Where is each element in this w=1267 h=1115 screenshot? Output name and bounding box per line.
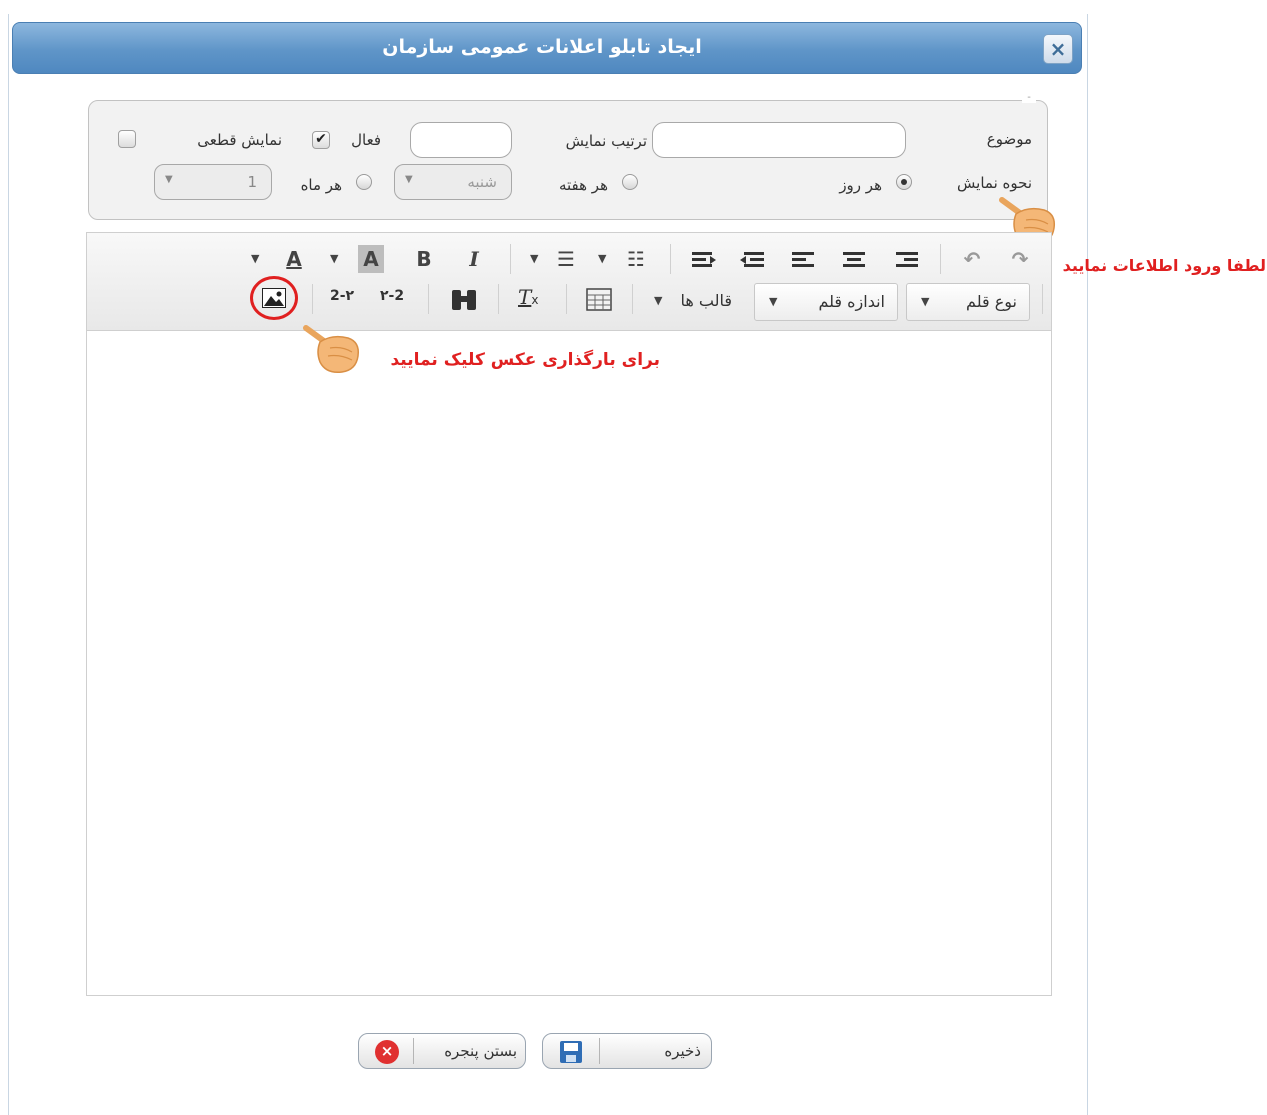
toolbar-separator: [498, 284, 499, 314]
chevron-down-icon: ▼: [769, 295, 778, 308]
every-week-label: هر هفته: [558, 176, 608, 194]
close-icon[interactable]: ×: [1043, 34, 1073, 64]
close-window-label: بستن پنجره: [444, 1042, 517, 1060]
font-name-dropdown[interactable]: نوع قلم ▼: [906, 283, 1030, 321]
rich-text-editor[interactable]: [86, 232, 1052, 996]
dialog-title: ایجاد تابلو اعلانات عمومی سازمان: [382, 36, 702, 58]
ltr-direction-icon[interactable]: [740, 250, 764, 270]
toolbar-separator: [599, 1038, 600, 1064]
toolbar-separator: [632, 284, 633, 314]
save-icon: [560, 1041, 582, 1063]
pointing-hand-icon: [300, 322, 364, 378]
align-right-icon[interactable]: [894, 250, 918, 270]
toolbar-separator: [670, 244, 671, 274]
image-icon: [262, 288, 286, 308]
form-fieldset: [88, 100, 1048, 220]
digits-to-persian-button[interactable]: 2-۲: [330, 288, 354, 304]
close-window-button[interactable]: بستن پنجره ×: [358, 1033, 526, 1069]
templates-label: قالب ها: [680, 291, 732, 310]
toolbar-separator: [940, 244, 941, 274]
chevron-down-icon: ▼: [654, 294, 663, 307]
insert-image-button[interactable]: [250, 276, 298, 320]
chevron-down-icon: ▼: [405, 174, 413, 185]
align-left-icon[interactable]: [792, 250, 816, 270]
toolbar-separator: [566, 284, 567, 314]
templates-dropdown[interactable]: قالب ها ▼: [646, 283, 744, 321]
chevron-down-icon[interactable]: ▼: [598, 252, 606, 265]
final-display-label: نمایش قطعی: [197, 131, 282, 149]
every-day-radio[interactable]: [896, 174, 912, 190]
month-day-value: 1: [247, 173, 257, 191]
active-checkbox[interactable]: ✔: [312, 131, 330, 149]
align-center-icon[interactable]: [842, 250, 866, 270]
cancel-icon: ×: [375, 1040, 399, 1064]
chevron-down-icon[interactable]: ▼: [530, 252, 538, 265]
weekday-value: شنبه: [467, 173, 497, 191]
checkmark-icon: ✔: [315, 131, 327, 147]
clear-format-sub: x: [531, 293, 539, 307]
toolbar-separator: [428, 284, 429, 314]
chevron-down-icon[interactable]: ▼: [330, 252, 338, 265]
fill-info-hint: لطفا ورود اطلاعات نمایید: [1062, 256, 1266, 275]
active-label: فعال: [351, 131, 381, 149]
display-order-input[interactable]: [410, 122, 512, 158]
save-button[interactable]: ذخیره: [542, 1033, 712, 1069]
italic-button[interactable]: I: [460, 245, 488, 273]
bold-button[interactable]: B: [410, 245, 438, 273]
display-order-label: ترتیب نمایش: [565, 132, 647, 150]
rtl-direction-icon[interactable]: [692, 250, 716, 270]
find-replace-icon[interactable]: [450, 288, 478, 312]
toolbar-separator: [510, 244, 511, 274]
ordered-list-icon[interactable]: ☰: [552, 245, 580, 273]
background-color-button[interactable]: A: [358, 245, 384, 273]
font-size-label: اندازه قلم: [818, 292, 885, 311]
clear-format-icon[interactable]: Tx: [518, 285, 548, 313]
chevron-down-icon: ▼: [165, 174, 173, 185]
display-mode-label: نحوه نمایش: [957, 174, 1032, 192]
toolbar-separator: [413, 1038, 414, 1064]
unordered-list-icon[interactable]: ☷: [622, 245, 650, 273]
final-display-checkbox[interactable]: [118, 130, 136, 148]
font-name-label: نوع قلم: [966, 292, 1017, 311]
subject-input[interactable]: [652, 122, 906, 158]
redo-icon[interactable]: ↷: [1006, 245, 1034, 273]
font-color-button[interactable]: A: [280, 245, 308, 273]
month-day-select[interactable]: 1 ▼: [154, 164, 272, 200]
table-icon[interactable]: [586, 288, 612, 312]
chevron-down-icon: ▼: [921, 295, 930, 308]
every-day-label: هر روز: [839, 176, 882, 194]
fieldset-collapse-icon[interactable]: -: [1022, 93, 1036, 103]
every-month-radio[interactable]: [356, 174, 372, 190]
subject-label: موضوع: [986, 130, 1032, 148]
clear-format-glyph: T: [518, 285, 532, 309]
save-button-label: ذخیره: [664, 1042, 701, 1060]
undo-icon[interactable]: ↶: [958, 245, 986, 273]
toolbar-separator: [312, 284, 313, 314]
upload-image-hint: برای بارگذاری عکس کلیک نمایید: [390, 350, 660, 370]
weekday-select[interactable]: شنبه ▼: [394, 164, 512, 200]
every-month-label: هر ماه: [300, 176, 342, 194]
every-week-radio[interactable]: [622, 174, 638, 190]
digits-to-latin-button[interactable]: ۲-2: [380, 288, 404, 304]
chevron-down-icon[interactable]: ▼: [251, 252, 259, 265]
toolbar-separator: [1042, 284, 1043, 314]
font-size-dropdown[interactable]: اندازه قلم ▼: [754, 283, 898, 321]
